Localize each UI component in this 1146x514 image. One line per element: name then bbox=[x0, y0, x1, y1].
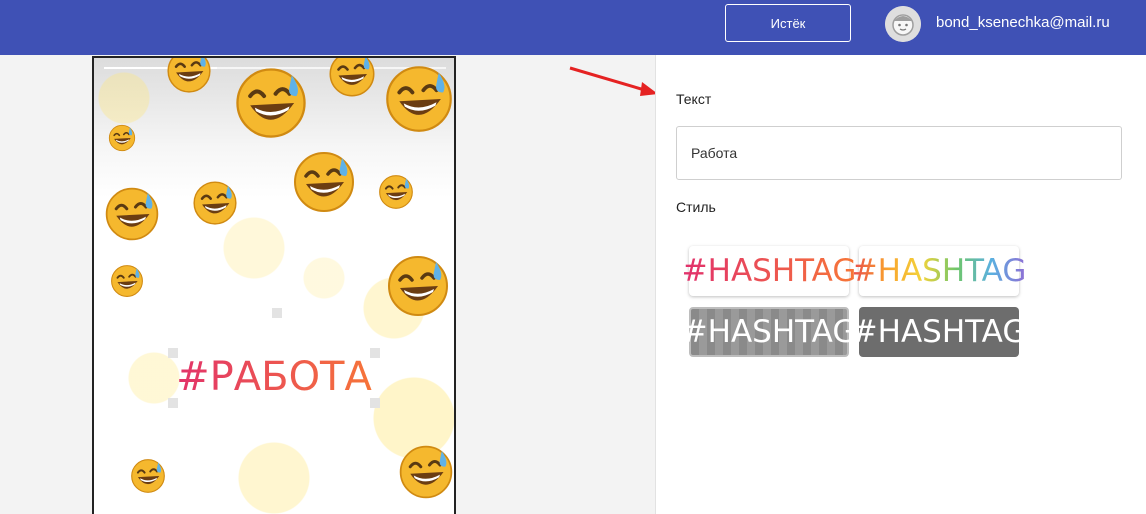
sweat-smile-emoji-icon bbox=[131, 459, 165, 493]
sweat-smile-emoji-icon bbox=[294, 152, 354, 212]
text-input[interactable]: Работа bbox=[676, 126, 1122, 180]
sweat-smile-emoji-icon bbox=[105, 187, 159, 241]
sweat-smile-emoji-icon bbox=[379, 175, 413, 209]
style-option-label: #HASHTAG bbox=[851, 253, 1027, 289]
sweat-smile-emoji-icon bbox=[193, 181, 237, 225]
style-option-transparent[interactable]: #HASHTAG bbox=[682, 307, 856, 357]
style-label: Стиль bbox=[676, 199, 716, 215]
style-option-label: #HASHTAG bbox=[851, 314, 1027, 350]
hashtag-text: #РАБОТА bbox=[168, 354, 380, 400]
style-option-label: #HASHTAG bbox=[681, 253, 857, 289]
story-preview: #РАБОТА bbox=[92, 56, 456, 514]
sweat-smile-emoji-icon bbox=[329, 58, 375, 97]
sweat-smile-emoji-icon bbox=[236, 68, 306, 138]
style-option-label: #HASHTAG bbox=[681, 314, 857, 350]
hashtag-sticker[interactable]: #РАБОТА bbox=[168, 308, 380, 408]
top-bar: Истёк bond_ksenechka@mail.ru bbox=[0, 0, 1146, 55]
sweat-smile-emoji-icon bbox=[167, 58, 211, 93]
style-option-gradient[interactable]: #HASHTAG bbox=[682, 246, 856, 296]
sweat-smile-emoji-icon bbox=[388, 256, 448, 316]
style-option-rainbow[interactable]: #HASHTAG bbox=[852, 246, 1026, 296]
sweat-smile-emoji-icon bbox=[111, 265, 143, 297]
style-option-gray[interactable]: #HASHTAG bbox=[852, 307, 1026, 357]
text-label: Текст bbox=[676, 91, 712, 107]
sweat-smile-emoji-icon bbox=[108, 124, 136, 152]
rotate-handle[interactable] bbox=[272, 308, 282, 318]
expired-button[interactable]: Истёк bbox=[725, 4, 851, 42]
sweat-smile-emoji-icon bbox=[399, 445, 453, 499]
sweat-smile-emoji-icon bbox=[386, 66, 452, 132]
annotation-arrow-icon bbox=[569, 66, 658, 96]
user-avatar-icon[interactable] bbox=[885, 6, 921, 42]
settings-panel: Текст Работа Стиль #HASHTAG #HASHTAG #HA… bbox=[655, 55, 1146, 514]
user-email[interactable]: bond_ksenechka@mail.ru bbox=[936, 14, 1110, 31]
